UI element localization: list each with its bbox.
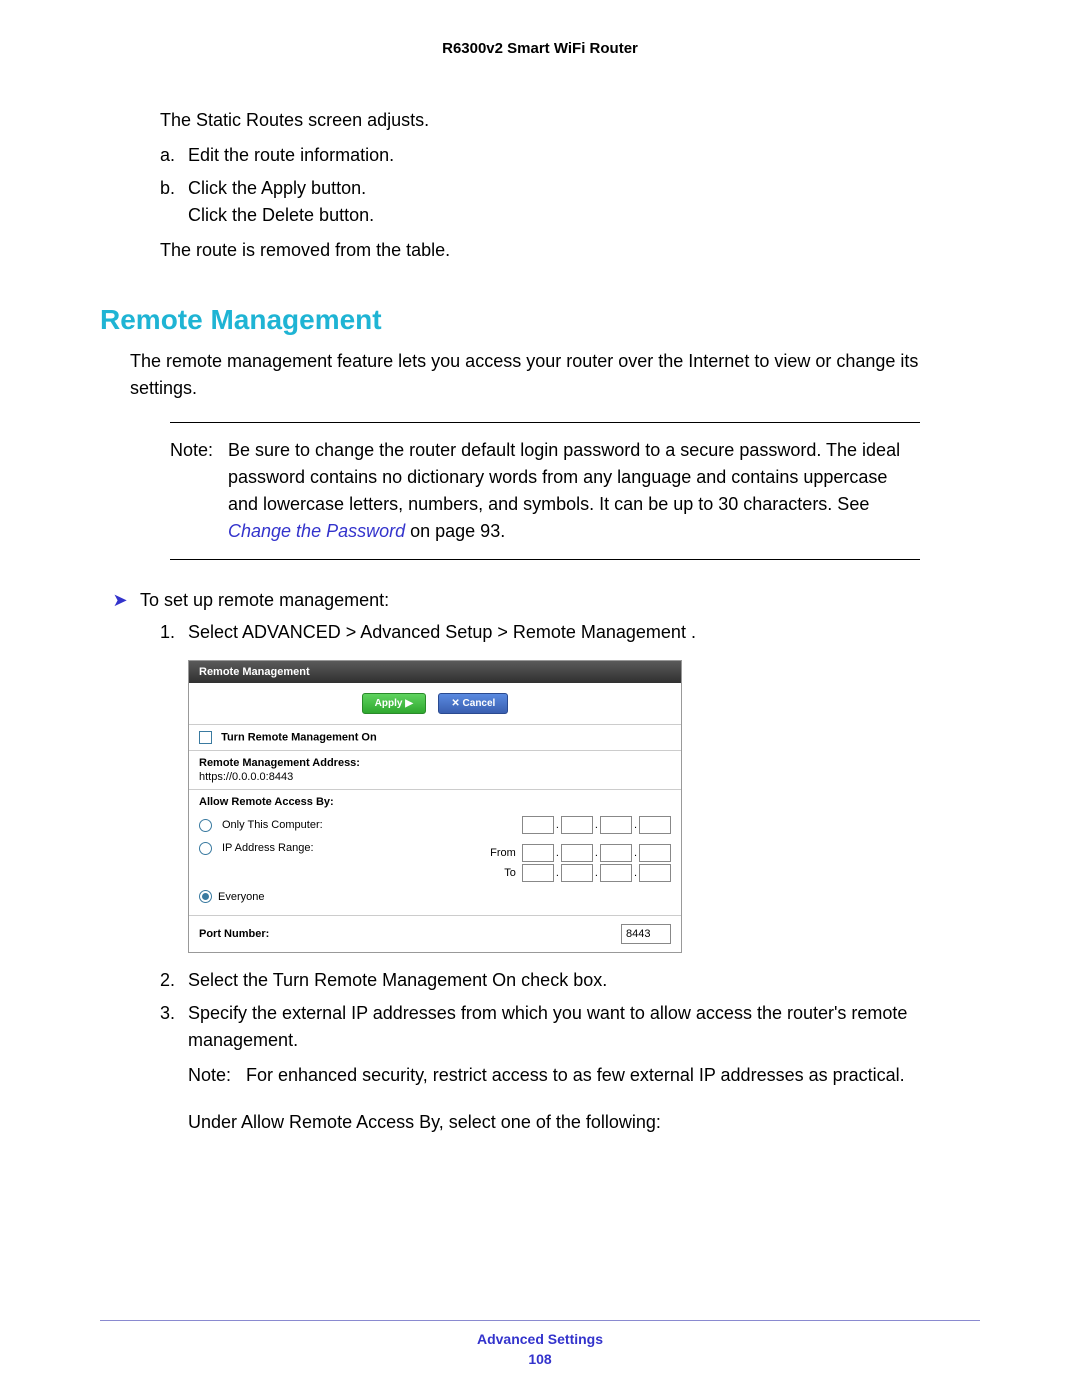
turn-on-checkbox[interactable] [199,731,212,744]
section-intro: The remote management feature lets you a… [130,348,980,402]
port-label: Port Number: [199,928,269,940]
numbered-list-cont: 2. Select the Turn Remote Management On … [160,967,980,1054]
panel-section-port: Port Number: 8443 [189,916,681,952]
radio-only-this[interactable] [199,819,212,832]
panel-section-access: Allow Remote Access By: Only This Comput… [189,790,681,916]
ip-input[interactable] [639,816,671,834]
panel-section-toggle: Turn Remote Management On [189,725,681,751]
arrow-icon: ➤ [100,590,140,611]
body-line: The Static Routes screen adjusts. [160,107,980,134]
inline-note: Note: For enhanced security, restrict ac… [188,1062,980,1089]
list-marker-a: a. [160,142,188,169]
router-panel: Remote Management Apply ▶ ✕ Cancel Turn … [188,660,682,953]
panel-titlebar: Remote Management [189,661,681,683]
only-this-label: Only This Computer: [218,819,372,831]
section-heading: Remote Management [100,304,980,336]
list-marker-3: 3. [160,1000,188,1054]
list-marker-1: 1. [160,619,188,646]
everyone-label: Everyone [218,891,264,903]
footer-page-number: 108 [100,1351,980,1367]
note-label: Note: [188,1062,246,1089]
step-1-text: Select ADVANCED > Advanced Setup > Remot… [188,619,696,646]
lettered-list: a. Edit the route information. b. Click … [160,142,980,229]
radio-everyone[interactable] [199,890,212,903]
task-title: To set up remote management: [140,590,389,611]
ip-input[interactable] [600,864,632,882]
step-2-text: Select the Turn Remote Management On che… [188,967,607,994]
numbered-list: 1. Select ADVANCED > Advanced Setup > Re… [160,619,980,646]
ip-input[interactable] [522,816,554,834]
list-text-b1: Click the Apply button. [188,175,374,202]
link-change-password[interactable]: Change the Password [228,521,405,541]
panel-section-address: Remote Management Address: https://0.0.0… [189,751,681,790]
task-heading: ➤ To set up remote management: [100,590,980,611]
step-3-text: Specify the external IP addresses from w… [188,1000,980,1054]
ip-range-label: IP Address Range: [218,842,372,854]
list-marker-2: 2. [160,967,188,994]
ip-input[interactable] [561,864,593,882]
from-label: From [486,847,516,859]
note-body: Be sure to change the router default log… [228,437,920,545]
cancel-button[interactable]: ✕ Cancel [438,693,508,714]
note-body: For enhanced security, restrict access t… [246,1062,905,1089]
port-input[interactable]: 8443 [621,924,671,944]
note-block: Note: Be sure to change the router defau… [170,422,920,560]
body-line: The route is removed from the table. [160,237,980,264]
ip-input[interactable] [639,864,671,882]
allow-label: Allow Remote Access By: [199,796,671,808]
radio-ip-range[interactable] [199,842,212,855]
ip-input[interactable] [522,844,554,862]
ip-input[interactable] [522,864,554,882]
footer-section: Advanced Settings [100,1331,980,1347]
note-label: Note: [170,437,228,545]
footer-divider [100,1320,980,1321]
ip-input[interactable] [600,844,632,862]
list-text-b2: Click the Delete button. [188,202,374,229]
apply-button[interactable]: Apply ▶ [362,693,426,714]
under-text: Under Allow Remote Access By, select one… [188,1109,980,1136]
ip-input[interactable] [561,844,593,862]
address-label: Remote Management Address: [199,757,671,769]
list-marker-b: b. [160,175,188,229]
turn-on-label: Turn Remote Management On [221,731,377,743]
to-label: To [486,867,516,879]
panel-button-row: Apply ▶ ✕ Cancel [189,683,681,725]
ip-input[interactable] [561,816,593,834]
ip-input[interactable] [639,844,671,862]
doc-header: R6300v2 Smart WiFi Router [100,40,980,57]
ip-input[interactable] [600,816,632,834]
address-value: https://0.0.0.0:8443 [199,771,671,783]
list-text-a: Edit the route information. [188,142,394,169]
